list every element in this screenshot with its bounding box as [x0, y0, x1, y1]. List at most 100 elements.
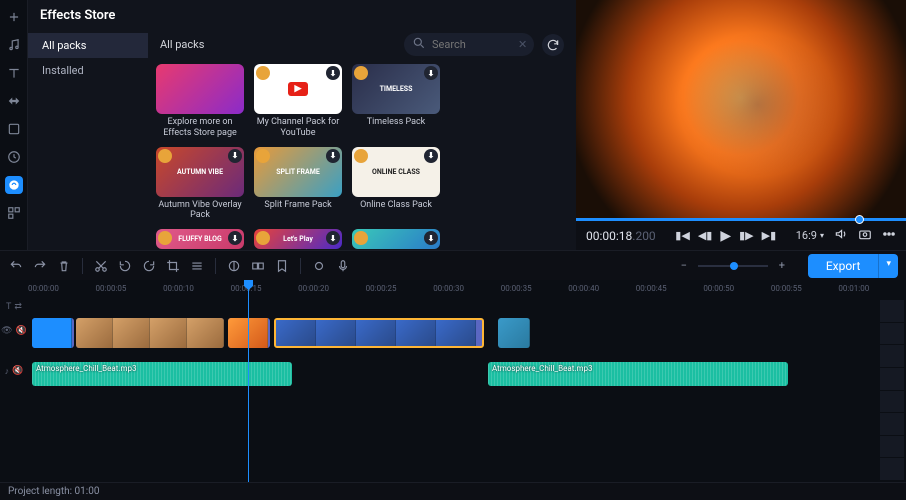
- text-track-icon[interactable]: T: [6, 302, 11, 312]
- rotate-left-button[interactable]: [117, 258, 133, 274]
- delete-button[interactable]: [56, 258, 72, 274]
- audio-meters: [878, 298, 906, 482]
- mic-button[interactable]: [335, 258, 351, 274]
- link-icon[interactable]: ⇄: [14, 302, 22, 312]
- pack-grid: Explore more on Effects Store page▶⬇My C…: [156, 64, 568, 249]
- export-button[interactable]: Export: [808, 254, 879, 278]
- color-adjust-button[interactable]: [226, 258, 242, 274]
- timecode-display: 00:00:18.200: [586, 229, 656, 243]
- mute-icon[interactable]: 🔇: [16, 326, 27, 336]
- pack-title: Split Frame Pack: [254, 197, 342, 211]
- pack-title: Autumn Vibe Overlay Pack: [156, 197, 244, 222]
- aspect-ratio-select[interactable]: 16:9▾: [796, 229, 824, 242]
- download-icon[interactable]: ⬇: [424, 231, 438, 245]
- side-item-all-packs[interactable]: All packs: [28, 33, 148, 58]
- effects-store-panel: Effects Store All packsInstalled All pac…: [28, 0, 576, 250]
- time-ruler[interactable]: 00:00:0000:00:0500:00:1000:00:1500:00:20…: [28, 280, 906, 296]
- volume-icon[interactable]: [834, 227, 848, 244]
- video-clip[interactable]: [228, 318, 270, 348]
- download-icon[interactable]: ⬇: [326, 149, 340, 163]
- side-item-installed[interactable]: Installed: [28, 58, 148, 83]
- audio-mute-icon[interactable]: 🔇: [12, 366, 23, 377]
- download-icon[interactable]: ⬇: [326, 231, 340, 245]
- video-track[interactable]: [28, 318, 906, 348]
- audio-track-icon[interactable]: ♪: [5, 366, 10, 377]
- packs-subtitle: All packs: [160, 38, 204, 51]
- premium-badge-icon: [256, 149, 270, 163]
- fullscreen-icon[interactable]: [882, 227, 896, 244]
- more-tools-icon[interactable]: [5, 204, 23, 222]
- pack-title: Timeless Pack: [352, 114, 440, 128]
- track-headers: T⇄ 👁🔇 ♪🔇: [0, 280, 28, 482]
- timeline-toolbar: − + Export ▾: [0, 250, 906, 280]
- download-icon[interactable]: ⬇: [326, 66, 340, 80]
- playhead[interactable]: [248, 280, 249, 482]
- play-button[interactable]: ▶: [720, 228, 731, 244]
- download-icon[interactable]: ⬇: [228, 149, 242, 163]
- clip-label: Atmosphere_Chill_Beat.mp3: [36, 364, 136, 373]
- music-icon[interactable]: [5, 36, 23, 54]
- redo-button[interactable]: [32, 258, 48, 274]
- premium-badge-icon: [256, 231, 270, 245]
- premium-badge-icon: [158, 149, 172, 163]
- transition-button[interactable]: [250, 258, 266, 274]
- step-back-button[interactable]: ◀▮: [698, 229, 713, 242]
- premium-badge-icon: [354, 66, 368, 80]
- audio-clip[interactable]: Atmosphere_Chill_Beat.mp3: [32, 362, 292, 386]
- snapshot-icon[interactable]: [858, 227, 872, 244]
- video-clip[interactable]: [32, 318, 74, 348]
- undo-button[interactable]: [8, 258, 24, 274]
- premium-badge-icon: [256, 66, 270, 80]
- add-icon[interactable]: [5, 8, 23, 26]
- search-box[interactable]: ✕: [404, 33, 534, 56]
- pack-card[interactable]: ⬇: [352, 229, 440, 249]
- export-dropdown[interactable]: ▾: [878, 254, 898, 278]
- crop-button[interactable]: [165, 258, 181, 274]
- pack-card[interactable]: SPLIT FRAME⬇Split Frame Pack: [254, 147, 342, 222]
- text-icon[interactable]: [5, 64, 23, 82]
- pack-card[interactable]: TIMELESS⬇Timeless Pack: [352, 64, 440, 139]
- stickers-icon[interactable]: [5, 120, 23, 138]
- next-clip-button[interactable]: ▶▮: [762, 229, 777, 242]
- pack-card[interactable]: ONLINE CLASS⬇Online Class Pack: [352, 147, 440, 222]
- preview-monitor: 00:00:18.200 ▮◀ ◀▮ ▶ ▮▶ ▶▮ 16:9▾: [576, 0, 906, 250]
- download-icon[interactable]: ⬇: [424, 66, 438, 80]
- transitions-icon[interactable]: [5, 92, 23, 110]
- download-icon[interactable]: ⬇: [424, 149, 438, 163]
- video-clip[interactable]: [498, 318, 530, 348]
- panel-title: Effects Store: [28, 0, 576, 27]
- pack-card[interactable]: Let's Play⬇: [254, 229, 342, 249]
- rotate-right-button[interactable]: [141, 258, 157, 274]
- zoom-out-button[interactable]: −: [676, 258, 692, 274]
- zoom-in-button[interactable]: +: [774, 258, 790, 274]
- left-tool-rail: [0, 0, 28, 250]
- search-icon: [412, 36, 426, 53]
- refresh-button[interactable]: [542, 34, 564, 56]
- download-icon[interactable]: ⬇: [228, 231, 242, 245]
- marker-button[interactable]: [274, 258, 290, 274]
- pack-title: Online Class Pack: [352, 197, 440, 211]
- video-clip[interactable]: [76, 318, 224, 348]
- pack-card[interactable]: AUTUMN VIBE⬇Autumn Vibe Overlay Pack: [156, 147, 244, 222]
- preview-canvas[interactable]: [576, 0, 906, 218]
- pack-card[interactable]: Explore more on Effects Store page: [156, 64, 244, 139]
- audio-clip[interactable]: Atmosphere_Chill_Beat.mp3: [488, 362, 788, 386]
- pack-card[interactable]: FLUFFY BLOG⬇: [156, 229, 244, 249]
- effects-store-icon[interactable]: [5, 176, 23, 194]
- preview-scrubber[interactable]: [576, 218, 906, 221]
- video-track-eye-icon[interactable]: 👁: [1, 326, 12, 336]
- history-icon[interactable]: [5, 148, 23, 166]
- step-fwd-button[interactable]: ▮▶: [739, 229, 754, 242]
- clear-search-icon[interactable]: ✕: [518, 38, 527, 51]
- audio-track[interactable]: Atmosphere_Chill_Beat.mp3 Atmosphere_Chil…: [28, 362, 906, 386]
- video-clip[interactable]: [274, 318, 484, 348]
- search-input[interactable]: [432, 38, 512, 51]
- pack-card[interactable]: ▶⬇My Channel Pack for YouTube: [254, 64, 342, 139]
- clip-label: Atmosphere_Chill_Beat.mp3: [492, 364, 592, 373]
- prev-clip-button[interactable]: ▮◀: [675, 229, 690, 242]
- record-voice-button[interactable]: [311, 258, 327, 274]
- cut-button[interactable]: [93, 258, 109, 274]
- properties-button[interactable]: [189, 258, 205, 274]
- zoom-slider[interactable]: [698, 265, 768, 267]
- pack-category-list: All packsInstalled: [28, 27, 148, 250]
